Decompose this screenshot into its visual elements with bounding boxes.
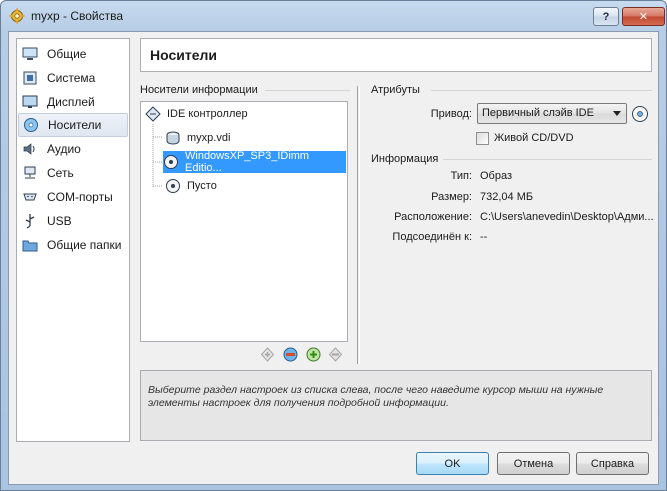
sidebar-item-system[interactable]: Система <box>18 66 128 90</box>
separator <box>443 159 652 160</box>
title-bar[interactable]: myxp - Свойства ? ✕ <box>1 1 666 31</box>
page-title: Носители <box>150 47 218 63</box>
help-button-label: Справка <box>590 457 635 470</box>
remove-controller-icon[interactable] <box>282 346 299 363</box>
network-icon <box>22 165 38 181</box>
separator <box>265 90 350 91</box>
hint-text: Выберите раздел настроек из списка слева… <box>148 384 604 409</box>
ok-button[interactable]: OK <box>416 452 489 475</box>
ok-button-label: OK <box>444 457 461 470</box>
sidebar-item-label: COM-порты <box>47 190 113 204</box>
info-location-value: C:\Users\anevedin\Desktop\Адми... <box>480 211 654 223</box>
sidebar-item-label: Аудио <box>47 142 81 156</box>
virtualbox-gear-icon <box>9 8 25 24</box>
drive-select[interactable]: Первичный слэйв IDE <box>477 103 627 124</box>
tree-connector-lines <box>152 124 163 187</box>
remove-attachment-icon[interactable] <box>327 346 344 363</box>
drive-label: Привод: <box>389 108 472 120</box>
info-attached-label: Подсоединён к: <box>392 231 472 243</box>
title-close-button[interactable]: ✕ <box>622 7 665 26</box>
storage-icon <box>23 117 39 133</box>
usb-icon <box>22 213 38 229</box>
sidebar-item-label: Сеть <box>47 166 74 180</box>
settings-sidebar: Общие Система Дисплей Носители Аудио Сет… <box>16 38 130 442</box>
sidebar-item-serial-ports[interactable]: COM-порты <box>18 185 128 209</box>
attributes-group-label: Атрибуты <box>371 84 420 96</box>
audio-icon <box>22 141 38 157</box>
tree-item-label: IDE контроллер <box>167 108 248 120</box>
sidebar-item-label: USB <box>47 214 72 228</box>
panel-splitter[interactable] <box>357 86 360 364</box>
general-icon <box>22 46 38 62</box>
dialog-client-area: Общие Система Дисплей Носители Аудио Сет… <box>8 31 659 485</box>
sidebar-item-general[interactable]: Общие <box>18 42 128 66</box>
tree-item-label: myxp.vdi <box>187 132 231 144</box>
separator <box>431 90 652 91</box>
sidebar-item-display[interactable]: Дисплей <box>18 90 128 114</box>
add-attachment-icon[interactable] <box>305 346 322 363</box>
hint-box: Выберите раздел настроек из списка слева… <box>140 370 652 441</box>
sidebar-item-shared-folders[interactable]: Общие папки <box>18 233 128 257</box>
sidebar-item-audio[interactable]: Аудио <box>18 137 128 161</box>
info-size-label: Размер: <box>431 191 472 203</box>
sidebar-item-label: Общие <box>47 47 87 61</box>
sidebar-item-label: Система <box>47 71 96 85</box>
sidebar-item-storage[interactable]: Носители <box>18 113 128 137</box>
tree-item-empty-cd[interactable]: Пусто <box>165 175 345 197</box>
sidebar-item-label: Носители <box>48 118 102 132</box>
info-attached-value: -- <box>480 231 488 243</box>
live-cd-checkbox[interactable] <box>476 132 489 145</box>
info-size-value: 732,04 МБ <box>480 191 534 203</box>
window-title: myxp - Свойства <box>31 9 124 23</box>
chevron-down-icon <box>613 111 621 116</box>
close-icon: ✕ <box>638 11 649 23</box>
sidebar-item-network[interactable]: Сеть <box>18 161 128 185</box>
tree-item-cd-image[interactable]: WindowsXP_SP3_IDimm Editio... <box>163 150 346 174</box>
info-type-label: Тип: <box>450 170 472 182</box>
tree-item-ide-controller[interactable]: IDE контроллер <box>145 103 345 125</box>
properties-window: myxp - Свойства ? ✕ Общие Система Диспле… <box>0 0 667 491</box>
drive-label-text: Привод: <box>430 108 472 120</box>
cancel-button[interactable]: Отмена <box>497 452 570 475</box>
tree-item-label: WindowsXP_SP3_IDimm Editio... <box>185 150 310 174</box>
help-icon: ? <box>602 10 610 23</box>
cancel-button-label: Отмена <box>513 457 554 470</box>
sidebar-item-label: Общие папки <box>47 238 122 252</box>
info-location-label: Расположение: <box>394 211 472 223</box>
help-button[interactable]: Справка <box>576 452 649 475</box>
display-icon <box>22 94 38 110</box>
live-cd-label[interactable]: Живой CD/DVD <box>494 132 574 144</box>
sidebar-item-usb[interactable]: USB <box>18 209 128 233</box>
storage-tree[interactable]: IDE контроллер myxp.vdi WindowsXP_SP3_ID… <box>140 101 348 342</box>
tree-item-hard-disk[interactable]: myxp.vdi <box>165 127 345 149</box>
drive-select-value: Первичный слэйв IDE <box>482 107 594 119</box>
info-type-value: Образ <box>480 170 513 182</box>
add-controller-icon[interactable] <box>259 346 276 363</box>
shared-folders-icon <box>22 237 38 253</box>
sidebar-item-label: Дисплей <box>47 95 95 109</box>
information-group-label: Информация <box>371 153 439 165</box>
choose-disk-icon[interactable] <box>631 105 649 123</box>
system-icon <box>22 70 38 86</box>
page-header: Носители <box>140 38 652 72</box>
title-help-button[interactable]: ? <box>593 7 619 26</box>
tree-item-label: Пусто <box>187 180 217 192</box>
serial-ports-icon <box>22 189 38 205</box>
storage-tree-label: Носители информации <box>140 84 258 96</box>
